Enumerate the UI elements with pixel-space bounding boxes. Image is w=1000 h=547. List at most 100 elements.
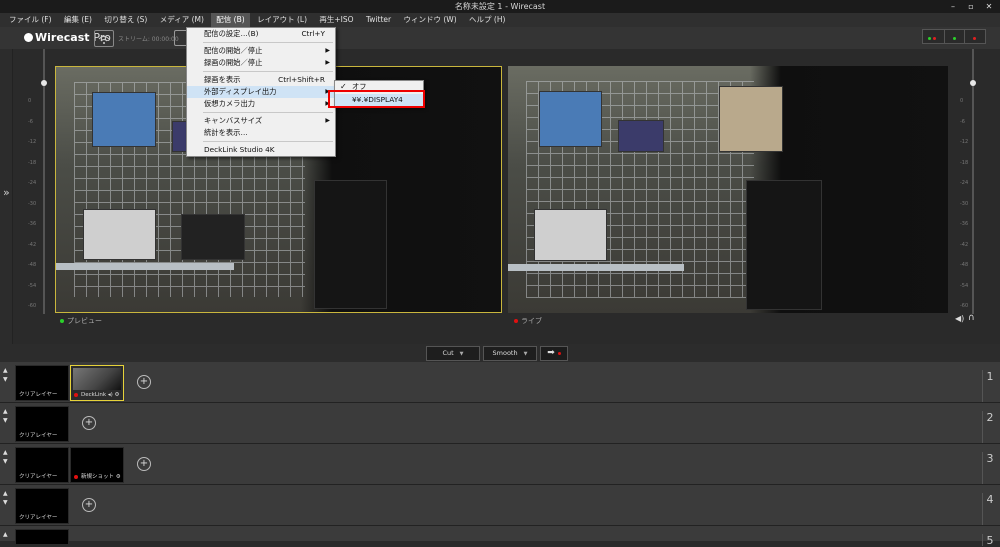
menu-item-canvas-size[interactable]: キャンバスサイズ ▶ xyxy=(187,115,335,127)
add-shot-button[interactable]: + xyxy=(82,416,96,430)
meter-tick-label: -42 xyxy=(960,241,969,248)
meter-tick-label: -60 xyxy=(960,303,969,309)
meter-tick-label: -54 xyxy=(960,282,969,289)
preview-volume-slider[interactable] xyxy=(41,80,47,86)
meter-tick-label: -48 xyxy=(960,262,969,268)
wirecast-logo-icon xyxy=(24,33,33,42)
meter-tick-label: -54 xyxy=(28,282,37,289)
layer-row-1: ▲ ▼ クリアレイヤー DeckLink ◂) ⚙ + 1 xyxy=(0,362,1000,403)
meter-tick-label: -60 xyxy=(28,303,37,309)
submenu-arrow-icon: ▶ xyxy=(325,59,330,66)
live-volume-slider-track xyxy=(972,49,974,314)
menu-help[interactable]: ヘルプ (H) xyxy=(464,13,510,27)
meter-tick-label: -12 xyxy=(28,139,37,145)
close-button[interactable]: ✕ xyxy=(980,1,998,12)
wifi-icon xyxy=(98,36,110,44)
minimize-button[interactable]: – xyxy=(944,1,962,12)
submenu-arrow-icon: ▶ xyxy=(325,47,330,54)
menu-broadcast[interactable]: 配信 (B) xyxy=(211,13,250,27)
menu-bar: ファイル (F) 編集 (E) 切り替え (S) メディア (M) 配信 (B)… xyxy=(0,13,1000,28)
layers-panel: ▲ ▼ クリアレイヤー DeckLink ◂) ⚙ + 1 ▲ ▼ クリアレイヤー … xyxy=(0,362,1000,547)
expand-panel-icon[interactable]: » xyxy=(3,186,10,199)
toolbar: Wirecast Pro ストリーム: 00:00:00 xyxy=(0,27,1000,49)
left-panel xyxy=(0,49,13,359)
menu-media[interactable]: メディア (M) xyxy=(155,13,209,27)
meter-tick-label: -30 xyxy=(28,200,37,207)
broadcast-menu: 配信の設定…(B) Ctrl+Y 配信の開始／停止 ▶ 録画の開始／停止 ▶ 録画を表… xyxy=(186,27,336,157)
layer-number: 5 xyxy=(982,534,997,547)
go-button[interactable]: ➡ xyxy=(540,346,568,361)
menu-twitter[interactable]: Twitter xyxy=(361,13,396,27)
stream-timer: ストリーム: 00:00:00 xyxy=(118,36,179,43)
submenu-arrow-icon: ▶ xyxy=(325,117,330,124)
cut-transition-dropdown[interactable]: Cut ▼ xyxy=(426,346,480,361)
menu-item-start-stop-broadcast[interactable]: 配信の開始／停止 ▶ xyxy=(187,45,335,57)
preview-volume-slider-track xyxy=(43,49,45,314)
window-title: 名称未設定 1 - Wirecast xyxy=(454,2,546,11)
live-label: ライブ xyxy=(514,316,542,326)
menu-window[interactable]: ウィンドウ (W) xyxy=(398,13,461,27)
meter-tick-label: -24 xyxy=(960,180,969,186)
menu-layout[interactable]: レイアウト (L) xyxy=(252,13,312,27)
layer-number: 3 xyxy=(982,452,997,484)
meter-tick-label: -36 xyxy=(28,221,37,227)
shot-clear-layer[interactable]: クリアレイヤー xyxy=(15,488,69,524)
add-shot-button[interactable]: + xyxy=(137,375,151,389)
smooth-transition-dropdown[interactable]: Smooth ▼ xyxy=(483,346,537,361)
meter-tick-label: -6 xyxy=(960,118,965,125)
meter-tick-label: 0 xyxy=(28,98,32,104)
meter-tick-label: -6 xyxy=(28,118,33,125)
maximize-button[interactable]: ▫ xyxy=(962,1,980,12)
layer-number: 2 xyxy=(982,411,997,443)
preview-status-dot xyxy=(60,319,64,323)
menu-item-show-stats[interactable]: 統計を表示… xyxy=(187,127,335,139)
menu-replay-iso[interactable]: 再生+ISO xyxy=(314,13,358,27)
menu-switch[interactable]: 切り替え (S) xyxy=(99,13,152,27)
headphones-icon[interactable]: ∩ xyxy=(968,313,975,323)
menu-separator xyxy=(203,71,333,72)
menu-item-virtual-camera-output[interactable]: 仮想カメラ出力 ▶ xyxy=(187,98,335,110)
title-bar: 名称未設定 1 - Wirecast – ▫ ✕ xyxy=(0,0,1000,13)
meter-tick-label: -48 xyxy=(28,262,37,268)
menu-edit[interactable]: 編集 (E) xyxy=(59,13,97,27)
layer-reorder-arrows[interactable]: ▲ ▼ xyxy=(3,407,8,425)
meter-tick-label: -18 xyxy=(960,159,969,166)
shot-clear-layer[interactable]: クリアレイヤー xyxy=(15,406,69,442)
stream-button[interactable] xyxy=(94,30,114,47)
layer-row-4: ▲ ▼ クリアレイヤー + 4 xyxy=(0,485,1000,526)
layer-reorder-arrows[interactable]: ▲ xyxy=(3,530,8,539)
layer-row-5: ▲ 5 xyxy=(0,526,1000,547)
motherboard-box xyxy=(314,179,388,310)
layer-reorder-arrows[interactable]: ▲ ▼ xyxy=(3,448,8,466)
shot-new[interactable]: 新規ショット ⚙ xyxy=(70,447,124,483)
menu-item-decklink-studio[interactable]: DeckLink Studio 4K xyxy=(187,144,335,156)
menu-item-broadcast-settings[interactable]: 配信の設定…(B) Ctrl+Y xyxy=(187,28,335,40)
live-monitor[interactable] xyxy=(508,66,948,313)
menu-item-start-stop-recording[interactable]: 録画の開始／停止 ▶ xyxy=(187,57,335,69)
menu-item-show-recording[interactable]: 録画を表示 Ctrl+Shift+R xyxy=(187,74,335,86)
status-indicator-1 xyxy=(922,29,946,44)
meter-tick-label: -12 xyxy=(960,139,969,145)
shot-clear-layer[interactable]: クリアレイヤー xyxy=(15,447,69,483)
layer-number: 1 xyxy=(982,370,997,402)
shot-clear-layer[interactable]: クリアレイヤー xyxy=(15,365,69,401)
menu-separator xyxy=(203,141,333,142)
status-indicator-2 xyxy=(944,29,966,44)
add-shot-button[interactable]: + xyxy=(137,457,151,471)
live-volume-slider[interactable] xyxy=(970,80,976,86)
layer-reorder-arrows[interactable]: ▲ ▼ xyxy=(3,489,8,507)
menu-separator xyxy=(203,42,333,43)
preview-label: プレビュー xyxy=(60,316,102,326)
shot-decklink[interactable]: DeckLink ◂) ⚙ xyxy=(70,365,124,401)
speaker-icon[interactable]: ◀) xyxy=(955,314,964,323)
menu-separator xyxy=(203,112,333,113)
menu-item-external-display-output[interactable]: 外部ディスプレイ出力 ▶ xyxy=(187,86,335,98)
layer-row-2: ▲ ▼ クリアレイヤー + 2 xyxy=(0,403,1000,444)
shot-clear-layer[interactable] xyxy=(15,529,69,545)
transition-bar: Cut ▼ Smooth ▼ ➡ xyxy=(0,344,1000,362)
layer-number: 4 xyxy=(982,493,997,525)
add-shot-button[interactable]: + xyxy=(82,498,96,512)
menu-file[interactable]: ファイル (F) xyxy=(4,13,57,27)
meter-tick-label: -18 xyxy=(28,159,37,166)
layer-reorder-arrows[interactable]: ▲ ▼ xyxy=(3,366,8,384)
